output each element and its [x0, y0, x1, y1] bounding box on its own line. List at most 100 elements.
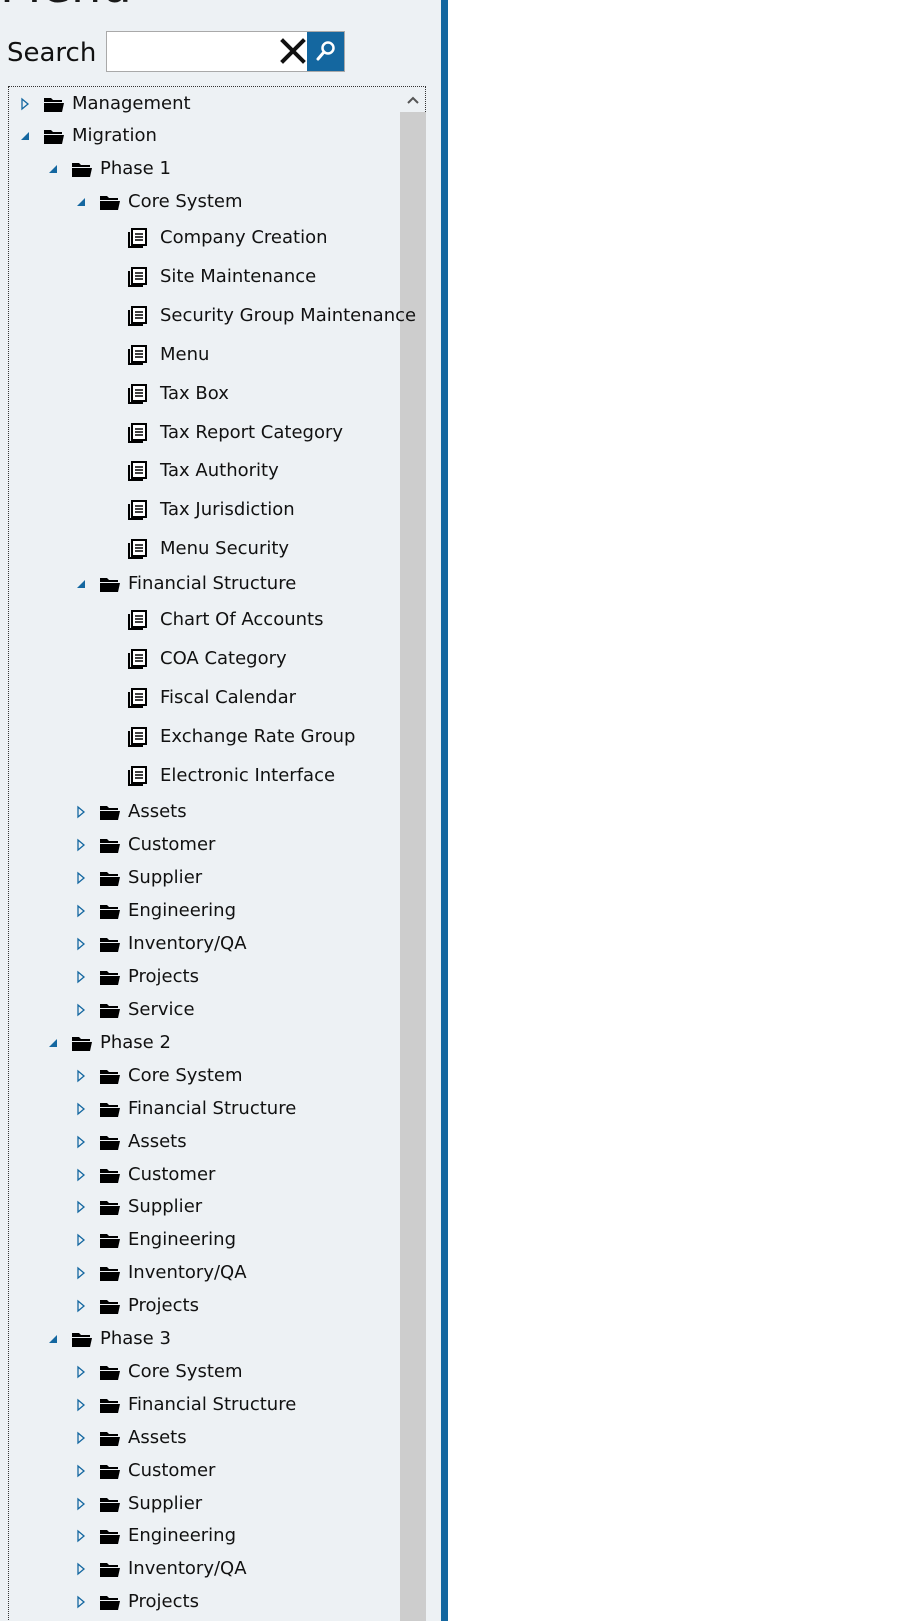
expanded-arrow-icon[interactable]	[75, 195, 87, 209]
tree-folder-item[interactable]: Engineering	[0, 1225, 398, 1255]
folder-open-icon	[100, 938, 120, 952]
expanded-arrow-icon[interactable]	[19, 129, 31, 143]
tree-folder-item[interactable]: Financial Structure	[0, 569, 398, 599]
tree-folder-item[interactable]: Phase 1	[0, 154, 398, 184]
tree-leaf-item[interactable]: Company Creation	[0, 223, 398, 253]
collapsed-arrow-icon[interactable]	[75, 1266, 87, 1280]
folder-open-icon	[100, 1103, 120, 1117]
tree-leaf-item[interactable]: Electronic Interface	[0, 761, 398, 791]
document-icon	[128, 423, 147, 443]
collapsed-arrow-icon[interactable]	[75, 937, 87, 951]
collapsed-arrow-icon[interactable]	[75, 1135, 87, 1149]
folder-open-icon	[100, 1070, 120, 1084]
tree-leaf-item[interactable]: Tax Jurisdiction	[0, 495, 398, 525]
tree-folder-item[interactable]: Financial Structure	[0, 1390, 398, 1420]
tree-leaf-item[interactable]: Security Group Maintenance	[0, 301, 416, 331]
tree-item-label: Exchange Rate Group	[160, 726, 356, 747]
tree-folder-item[interactable]: Financial Structure	[0, 1094, 398, 1124]
tree-folder-item[interactable]: Core System	[0, 1357, 398, 1387]
tree-leaf-item[interactable]: Site Maintenance	[0, 262, 398, 292]
collapsed-arrow-icon[interactable]	[75, 1595, 87, 1609]
tree-folder-item[interactable]: Supplier	[0, 1489, 398, 1519]
collapsed-arrow-icon[interactable]	[75, 1529, 87, 1543]
panel-divider[interactable]	[441, 0, 448, 1621]
tree-folder-item[interactable]: Engineering	[0, 896, 398, 926]
tree-folder-item[interactable]: Assets	[0, 1423, 398, 1453]
tree-leaf-item[interactable]: Tax Report Category	[0, 418, 398, 448]
collapsed-arrow-icon[interactable]	[75, 871, 87, 885]
tree-folder-item[interactable]: Customer	[0, 1456, 398, 1486]
tree-item-label: COA Category	[160, 648, 287, 669]
tree-item-label: Engineering	[128, 1229, 236, 1250]
collapsed-arrow-icon[interactable]	[75, 1398, 87, 1412]
tree-folder-item[interactable]: Projects	[0, 1587, 398, 1617]
scroll-up-button[interactable]	[400, 90, 426, 112]
tree-folder-item[interactable]: Assets	[0, 797, 398, 827]
menu-panel: Menu Search Management Migration Phase 1 Co…	[0, 0, 441, 1621]
document-icon	[128, 345, 147, 365]
collapsed-arrow-icon[interactable]	[75, 970, 87, 984]
tree-folder-item[interactable]: Inventory/QA	[0, 1258, 398, 1288]
tree-folder-item[interactable]: Phase 2	[0, 1028, 398, 1058]
document-icon	[128, 461, 147, 481]
collapsed-arrow-icon[interactable]	[75, 1431, 87, 1445]
tree-leaf-item[interactable]: Menu Security	[0, 534, 398, 564]
tree-item-label: Customer	[128, 1164, 216, 1185]
tree-folder-item[interactable]: Core System	[0, 187, 398, 217]
tree-leaf-item[interactable]: Menu	[0, 340, 398, 370]
tree-folder-item[interactable]: Projects	[0, 962, 398, 992]
collapsed-arrow-icon[interactable]	[75, 1365, 87, 1379]
collapsed-arrow-icon[interactable]	[19, 97, 31, 111]
tree-leaf-item[interactable]: COA Category	[0, 644, 398, 674]
tree-folder-item[interactable]: Phase 3	[0, 1324, 398, 1354]
collapsed-arrow-icon[interactable]	[75, 1168, 87, 1182]
tree-item-label: Menu Security	[160, 538, 290, 559]
tree-folder-item[interactable]: Customer	[0, 830, 398, 860]
collapsed-arrow-icon[interactable]	[75, 904, 87, 918]
folder-open-icon	[72, 1333, 92, 1347]
tree-folder-item[interactable]: Management	[0, 89, 398, 119]
collapsed-arrow-icon[interactable]	[75, 1200, 87, 1214]
collapsed-arrow-icon[interactable]	[75, 838, 87, 852]
tree-leaf-item[interactable]: Exchange Rate Group	[0, 722, 398, 752]
tree-folder-item[interactable]: Migration	[0, 121, 398, 151]
collapsed-arrow-icon[interactable]	[75, 1102, 87, 1116]
tree-item-label: Site Maintenance	[160, 266, 317, 287]
tree-folder-item[interactable]: Assets	[0, 1127, 398, 1157]
tree-item-label: Engineering	[128, 900, 236, 921]
search-input[interactable]	[109, 34, 273, 70]
tree-item-label: Tax Authority	[160, 460, 279, 481]
tree-leaf-item[interactable]: Tax Box	[0, 379, 398, 409]
collapsed-arrow-icon[interactable]	[75, 1299, 87, 1313]
folder-open-icon	[100, 1169, 120, 1183]
document-icon	[128, 228, 147, 248]
tree-folder-item[interactable]: Projects	[0, 1291, 398, 1321]
tree-folder-item[interactable]: Service	[0, 995, 398, 1025]
vertical-scrollbar[interactable]	[400, 112, 426, 1621]
collapsed-arrow-icon[interactable]	[75, 1562, 87, 1576]
expanded-arrow-icon[interactable]	[47, 1036, 59, 1050]
tree-folder-item[interactable]: Supplier	[0, 1192, 398, 1222]
tree-leaf-item[interactable]: Fiscal Calendar	[0, 683, 398, 713]
collapsed-arrow-icon[interactable]	[75, 1003, 87, 1017]
folder-open-icon	[100, 578, 120, 592]
tree-folder-item[interactable]: Engineering	[0, 1521, 398, 1551]
tree-folder-item[interactable]: Customer	[0, 1160, 398, 1190]
collapsed-arrow-icon[interactable]	[75, 1497, 87, 1511]
tree-folder-item[interactable]: Core System	[0, 1061, 398, 1091]
expanded-arrow-icon[interactable]	[47, 1332, 59, 1346]
tree-leaf-item[interactable]: Chart Of Accounts	[0, 605, 398, 635]
collapsed-arrow-icon[interactable]	[75, 1069, 87, 1083]
tree-folder-item[interactable]: Supplier	[0, 863, 398, 893]
expanded-arrow-icon[interactable]	[47, 162, 59, 176]
tree-leaf-item[interactable]: Tax Authority	[0, 456, 398, 486]
tree-folder-item[interactable]: Inventory/QA	[0, 929, 398, 959]
expanded-arrow-icon[interactable]	[75, 577, 87, 591]
collapsed-arrow-icon[interactable]	[75, 1464, 87, 1478]
document-icon	[128, 649, 147, 669]
collapsed-arrow-icon[interactable]	[75, 805, 87, 819]
search-button[interactable]	[307, 32, 344, 71]
tree-folder-item[interactable]: Inventory/QA	[0, 1554, 398, 1584]
folder-open-icon	[100, 1498, 120, 1512]
collapsed-arrow-icon[interactable]	[75, 1233, 87, 1247]
